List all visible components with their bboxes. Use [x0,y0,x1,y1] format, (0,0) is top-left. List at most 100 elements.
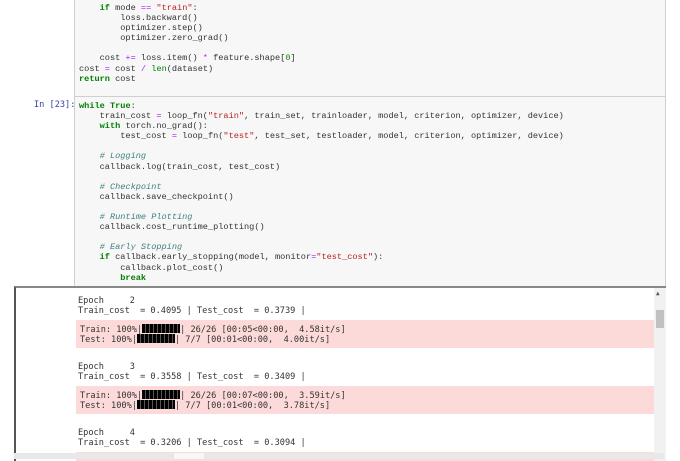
code-token: "train" [156,3,193,13]
code-token: test_cost [79,131,172,142]
horizontal-scrollbar[interactable] [14,453,664,459]
cost-summary: Train_cost = 0.3558 | Test_cost = 0.3409… [78,372,306,383]
code-token: callback.log(train_cost, test_cost) [79,161,281,172]
code-line: # Checkpoint [79,182,564,192]
code-line: callback.cost_runtime_plotting() [79,222,564,232]
progress-output: Train: 100%| | 26/26 [00:07<00:00, 3.59it… [76,386,654,414]
code-line: train_cost = loop_fn("train", train_set,… [79,111,564,121]
code-cell-training-loop[interactable]: while True: train_cost = loop_fn("train"… [74,96,666,287]
cost-summary: Train_cost = 0.3206 | Test_cost = 0.3094… [78,438,306,449]
code-token: callback.cost_runtime_plotting() [79,222,265,233]
epoch-label: Epoch 2 [78,296,135,306]
code-token: loop_fn( [161,111,208,122]
code-line: # Runtime Plotting [79,212,564,222]
code-token: callback.early_stopping(model, monitor [109,252,312,263]
test-progress: Test: 100%| | 7/7 [00:01<00:00, 3.78it/s] [80,400,330,411]
code-line: callback.save_checkpoint() [79,192,564,202]
code-token: += [125,53,136,64]
epoch-log: Epoch 2 Train_cost = 0.4095 | Test_cost =… [78,296,306,317]
progress-label: Test: 100%| [80,335,137,345]
code-token: cost [79,63,105,74]
code-line: return cost [79,74,296,84]
code-token: "test" [223,131,255,142]
code-token: # Logging [99,151,147,162]
code-line: cost += loss.item() * feature.shape[0] [79,53,296,63]
code-line: # Early Stopping [79,242,564,252]
code-editor[interactable]: while True: train_cost = loop_fn("train"… [79,101,564,283]
code-token: == [140,3,152,13]
code-token: "train" [207,111,245,122]
code-token: optimizer.step() [79,23,203,34]
code-line: callback.log(train_cost, test_cost) [79,162,564,172]
code-token: , train_set, trainloader, model, criteri… [244,111,564,122]
code-token: loss.backward() [79,13,198,24]
code-token: True [109,101,131,111]
progress-bar [142,390,181,399]
cell-prompt: In [23]: [34,100,76,110]
code-token: cost [109,63,141,74]
scrollbar-thumb[interactable] [174,453,204,459]
code-line: optimizer.step() [79,23,296,33]
code-token: loop_fn( [177,131,224,142]
code-token: cost [109,73,136,84]
vertical-scrollbar[interactable]: ▲ [654,288,666,461]
code-line: test_cost = loop_fn("test", test_set, te… [79,131,564,141]
code-line: # Logging [79,151,564,161]
code-line: cost = cost / len(dataset) [79,64,296,74]
code-token: break [120,272,147,283]
scrollbar-thumb[interactable] [656,310,664,328]
code-token: if [99,3,110,13]
code-token: callback.plot_cost() [79,262,224,273]
epoch-log: Epoch 4 Train_cost = 0.3206 | Test_cost =… [78,428,306,449]
code-token: # Runtime Plotting [99,212,193,223]
code-line: if callback.early_stopping(model, monito… [79,252,564,262]
progress-stats: | 7/7 [00:01<00:00, 3.78it/s] [174,401,331,411]
code-token: while [79,101,105,111]
code-token: with [99,121,121,132]
epoch-label: Epoch 4 [78,428,135,438]
code-token: torch.no_grad(): [120,121,208,132]
code-token: optimizer.zero_grad() [79,33,229,44]
code-token: , test_set, testloader, model, criterion… [254,131,564,142]
progress-label: Test: 100%| [80,401,137,411]
epoch-label: Epoch 3 [78,362,135,372]
code-token: "test_cost" [316,252,374,263]
progress-bar [136,334,175,343]
code-line: while True: [79,101,564,111]
code-line: loss.backward() [79,13,296,23]
code-token: # Checkpoint [99,181,162,192]
code-editor[interactable]: if mode == "train": loss.backward() opti… [79,3,296,84]
epoch-log: Epoch 3 Train_cost = 0.3558 | Test_cost =… [78,362,306,383]
scroll-up-arrow-icon[interactable]: ▲ [656,290,660,297]
code-line: if mode == "train": [79,3,296,13]
cost-summary: Train_cost = 0.4095 | Test_cost = 0.3739… [78,306,306,317]
code-token: len [151,63,167,74]
code-token: : [192,3,198,13]
code-token: loss.item() [135,53,203,64]
output-area[interactable]: ▲ Epoch 2 Train_cost = 0.4095 | Test_cost… [14,286,666,461]
code-token: ): [373,252,384,263]
code-line: with torch.no_grad(): [79,121,564,131]
progress-bar [136,400,175,409]
code-token: callback.save_checkpoint() [79,191,234,202]
code-token: mode [109,3,141,13]
code-token: : [130,101,136,111]
code-token: if [99,252,110,263]
code-token: train_cost [79,111,157,122]
code-token: ] [290,53,296,64]
progress-bar [142,324,181,333]
test-progress: Test: 100%| | 7/7 [00:01<00:00, 4.00it/s] [80,334,330,345]
code-token: cost [79,53,126,64]
code-token: # Early Stopping [99,242,183,253]
